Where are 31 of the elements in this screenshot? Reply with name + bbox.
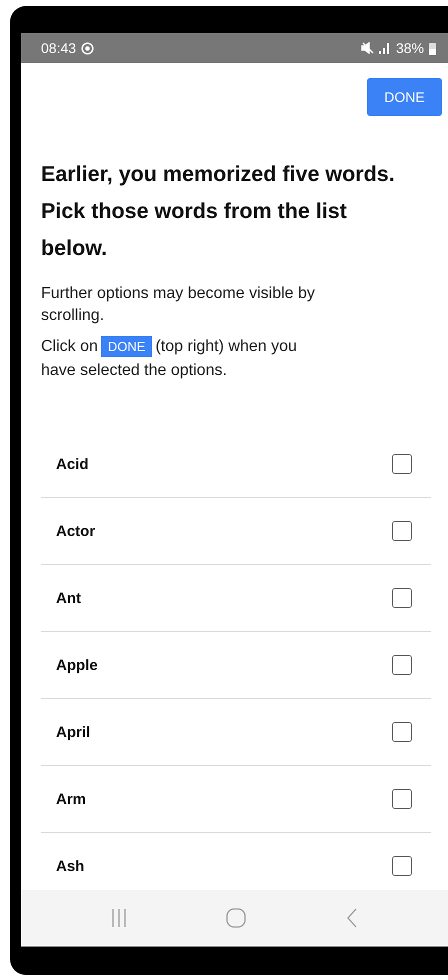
- signal-icon: [378, 42, 391, 54]
- checkbox[interactable]: [392, 655, 412, 675]
- battery-icon: [429, 42, 436, 54]
- heading-text: Earlier, you memorized five words.: [41, 161, 396, 188]
- heading-text: Pick those words from the list below.: [41, 198, 348, 262]
- battery-text: 38%: [396, 40, 424, 56]
- recent-apps-icon[interactable]: [110, 908, 127, 928]
- mute-icon: [360, 42, 374, 54]
- back-icon[interactable]: [346, 908, 358, 928]
- checkbox[interactable]: [392, 521, 412, 541]
- instruction-text: have selected the options.: [41, 361, 227, 381]
- checkbox[interactable]: [392, 454, 412, 474]
- home-icon[interactable]: [226, 908, 246, 928]
- hint-text: Further options may become visible by scrolling.: [41, 284, 316, 326]
- instruction-text: Click on: [41, 338, 98, 355]
- option-label: Acid: [56, 456, 89, 472]
- done-button[interactable]: DONE: [367, 78, 442, 116]
- option-label: Apple: [56, 656, 98, 674]
- done-chip: DONE: [100, 336, 152, 357]
- option-label: Actor: [56, 522, 96, 540]
- option-label: Ant: [56, 590, 81, 606]
- option-label: Ash: [56, 858, 84, 874]
- checkbox[interactable]: [392, 722, 412, 742]
- checkbox[interactable]: [392, 588, 412, 608]
- clock-text: 08:43: [41, 40, 76, 56]
- option-label: Arm: [56, 790, 86, 808]
- option-label: April: [56, 724, 90, 740]
- instruction-text: (top right) when you: [155, 338, 297, 355]
- location-icon: [81, 42, 94, 54]
- checkbox[interactable]: [392, 789, 412, 809]
- checkbox[interactable]: [392, 856, 412, 876]
